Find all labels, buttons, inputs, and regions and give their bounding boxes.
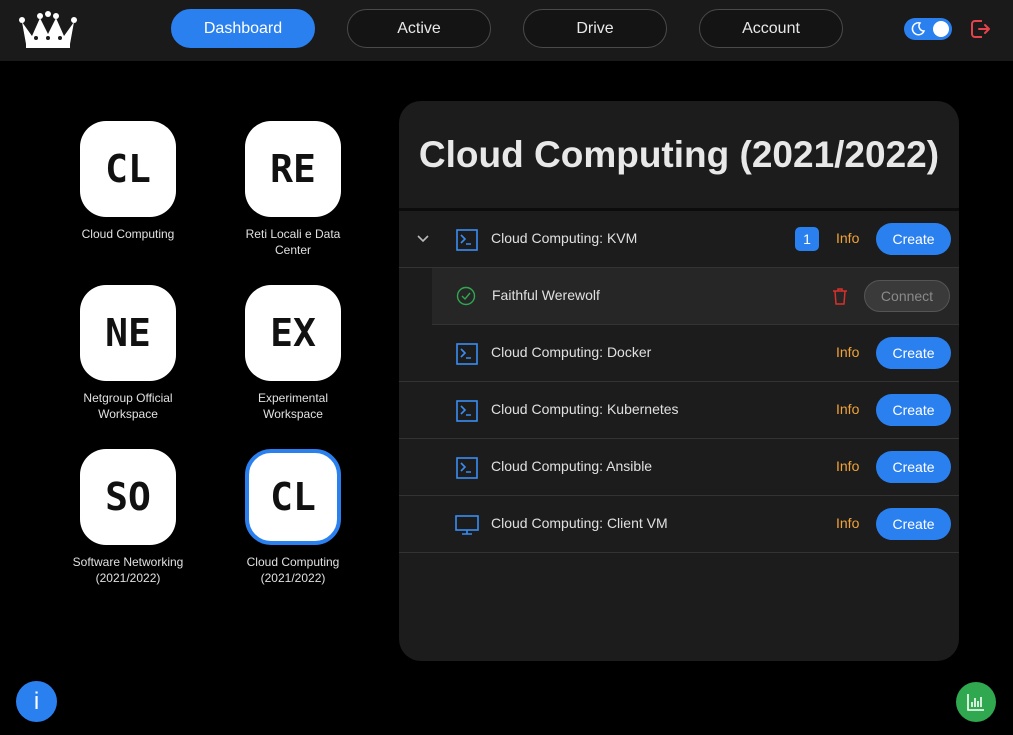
crown-icon[interactable] [18, 10, 78, 50]
template-row-docker: Cloud Computing: Docker Info Create [399, 325, 959, 382]
terminal-icon [456, 343, 478, 365]
info-link[interactable]: Info [836, 230, 859, 246]
info-link[interactable]: Info [836, 344, 859, 360]
workspace-label: Experimental Workspace [257, 391, 329, 421]
toggle-knob [933, 21, 949, 37]
template-name: Cloud Computing: Kubernetes [491, 401, 679, 417]
logout-icon[interactable] [968, 17, 992, 41]
instance-count-badge: 1 [795, 227, 819, 251]
workspace-tile: CL [245, 449, 341, 545]
tab-account[interactable]: Account [699, 9, 843, 48]
info-fab-button[interactable]: i [16, 681, 57, 722]
create-button[interactable]: Create [876, 337, 951, 369]
instance-name: Faithful Werewolf [492, 287, 600, 303]
workspace-tile: SO [80, 449, 176, 545]
workspace-experimental[interactable]: EX Experimental Workspace [218, 285, 368, 422]
info-link[interactable]: Info [836, 401, 859, 417]
template-row-ansible: Cloud Computing: Ansible Info Create [399, 439, 959, 496]
create-button[interactable]: Create [876, 223, 951, 255]
chevron-down-icon[interactable] [415, 231, 431, 247]
trash-icon[interactable] [830, 286, 850, 306]
workspace-cloud-computing-2021[interactable]: CL Cloud Computing (2021/2022) [218, 449, 368, 586]
monitor-icon [455, 515, 479, 535]
info-link[interactable]: Info [836, 515, 859, 531]
moon-icon [911, 22, 926, 36]
info-link[interactable]: Info [836, 458, 859, 474]
tab-active[interactable]: Active [347, 9, 491, 48]
instance-row: Faithful Werewolf Connect [432, 268, 959, 325]
workspace-label: Netgroup Official Workspace [83, 391, 173, 421]
top-bar: Dashboard Active Drive Account [0, 0, 1013, 61]
workspace-netgroup[interactable]: NE Netgroup Official Workspace [53, 285, 203, 422]
theme-toggle[interactable] [904, 18, 952, 40]
workspace-label: Cloud Computing (2021/2022) [246, 555, 340, 585]
terminal-icon [456, 229, 478, 251]
template-name: Cloud Computing: Docker [491, 344, 652, 360]
workspace-tile: CL [80, 121, 176, 217]
connect-button[interactable]: Connect [864, 280, 950, 312]
template-name: Cloud Computing: Client VM [491, 515, 668, 531]
create-button[interactable]: Create [876, 394, 951, 426]
check-circle-icon [456, 286, 476, 306]
terminal-icon [456, 400, 478, 422]
template-row-kubernetes: Cloud Computing: Kubernetes Info Create [399, 382, 959, 439]
workspace-reti-locali[interactable]: RE Reti Locali e Data Center [218, 121, 368, 258]
tab-dashboard[interactable]: Dashboard [171, 9, 315, 48]
create-button[interactable]: Create [876, 508, 951, 540]
stats-fab-button[interactable] [956, 682, 996, 722]
templates-panel: Cloud Computing (2021/2022) Cloud Comput… [399, 101, 959, 661]
workspace-label: Reti Locali e Data Center [245, 227, 341, 257]
workspace-tile: RE [245, 121, 341, 217]
template-row-kvm: Cloud Computing: KVM 1 Info Create [399, 211, 959, 268]
template-name: Cloud Computing: KVM [491, 230, 638, 246]
workspace-software-networking[interactable]: SO Software Networking (2021/2022) [53, 449, 203, 586]
template-name: Cloud Computing: Ansible [491, 458, 653, 474]
workspace-label: Software Networking (2021/2022) [72, 555, 184, 585]
workspace-tile: NE [80, 285, 176, 381]
info-icon: i [33, 687, 40, 715]
template-row-client-vm: Cloud Computing: Client VM Info Create [399, 496, 959, 553]
bar-chart-icon [967, 694, 984, 711]
tab-drive[interactable]: Drive [523, 9, 667, 48]
workspace-cloud-computing[interactable]: CL Cloud Computing [53, 121, 203, 242]
workspace-label: Cloud Computing [81, 227, 175, 241]
create-button[interactable]: Create [876, 451, 951, 483]
workspace-tile: EX [245, 285, 341, 381]
terminal-icon [456, 457, 478, 479]
panel-title: Cloud Computing (2021/2022) [399, 101, 959, 211]
